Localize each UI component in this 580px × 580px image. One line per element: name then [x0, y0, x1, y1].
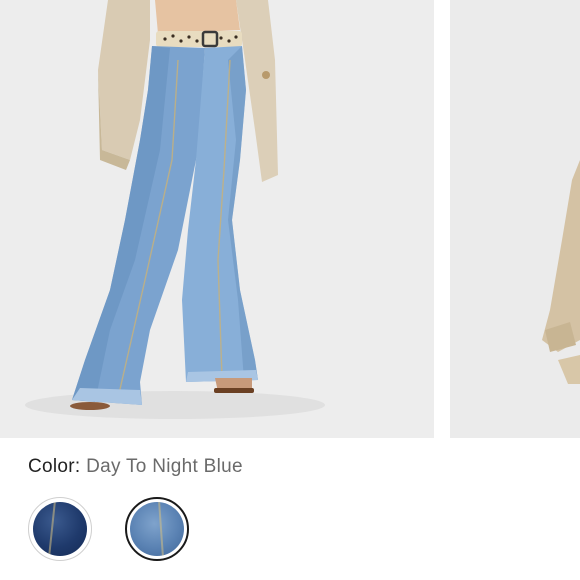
dark-denim-swatch-icon	[33, 502, 87, 556]
color-label-key: Color:	[28, 456, 81, 477]
light-denim-swatch-icon	[130, 502, 184, 556]
model-side-view-partial-image	[542, 160, 580, 384]
product-image-next[interactable]	[450, 0, 580, 438]
product-image-carousel[interactable]	[0, 0, 580, 438]
swatch-day-to-night-blue[interactable]	[125, 497, 189, 561]
color-selection-label: Color: Day To Night Blue	[28, 456, 243, 478]
model-wearing-flare-jeans-image	[25, 0, 325, 419]
color-swatch-list	[28, 497, 189, 561]
product-image-main[interactable]	[0, 0, 434, 438]
swatch-dark-wash-denim[interactable]	[28, 497, 92, 561]
selected-color-name: Day To Night Blue	[86, 456, 243, 477]
